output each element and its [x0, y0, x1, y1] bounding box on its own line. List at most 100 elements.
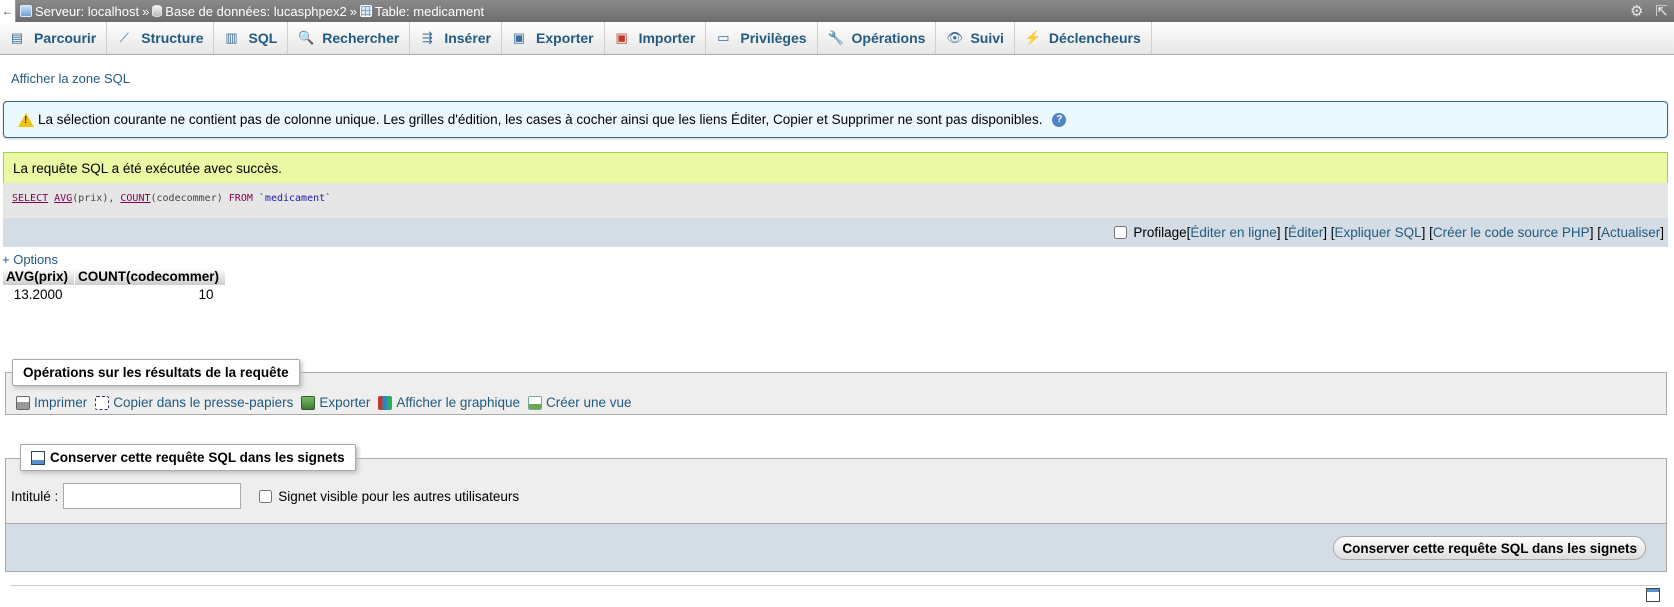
browse-icon: ▤ — [10, 30, 24, 45]
table-cell: 13.2000 — [13, 287, 63, 302]
table-icon — [359, 5, 372, 17]
triggers-icon: ⚡ — [1024, 30, 1042, 45]
show-chart-link[interactable]: Afficher le graphique — [378, 395, 520, 410]
privileges-icon: ▭ — [717, 30, 730, 45]
tab-declencheurs[interactable]: ⚡ Déclencheurs — [1015, 22, 1152, 54]
breadcrumb-separator: » — [142, 3, 150, 19]
table-row: 13.2000 10 — [3, 285, 226, 302]
refresh-link[interactable]: Actualiser — [1601, 225, 1660, 240]
export-icon — [301, 395, 316, 410]
op-label: Copier dans le presse-papiers — [113, 395, 294, 410]
sql-icon: ▥ — [225, 30, 238, 45]
sql-text: (prix), — [72, 193, 121, 204]
tab-importer[interactable]: ▣ Importer — [605, 22, 707, 54]
operations-legend: Opérations sur les résultats de la requê… — [12, 359, 300, 386]
success-text: La requête SQL a été exécutée avec succè… — [13, 160, 282, 176]
column-header[interactable]: COUNT(codecommer) — [74, 268, 227, 285]
tab-label: SQL — [248, 30, 278, 46]
edit-inline-link[interactable]: Éditer en ligne — [1190, 225, 1276, 240]
create-view-link[interactable]: Créer une vue — [527, 395, 632, 410]
notice-message: La sélection courante ne contient pas de… — [3, 101, 1668, 138]
bracket: ] [ — [1589, 225, 1601, 240]
collapse-icon[interactable]: ⇱ — [1655, 2, 1668, 20]
edit-link[interactable]: Éditer — [1288, 225, 1323, 240]
wrench-icon: 🔧 — [827, 30, 844, 45]
table-header-row: AVG(prix) COUNT(codecommer) — [3, 268, 227, 285]
gear-icon[interactable]: ⚙ — [1630, 2, 1643, 20]
copy-clipboard-link[interactable]: Copier dans le presse-papiers — [95, 395, 293, 410]
copy-icon — [95, 395, 110, 410]
save-bookmark-button[interactable]: Conserver cette requête SQL dans les sig… — [1333, 536, 1646, 560]
help-icon[interactable]: ? — [1052, 112, 1067, 127]
view-icon — [527, 395, 542, 410]
tab-parcourir[interactable]: ▤ Parcourir — [0, 22, 108, 54]
back-arrow-icon[interactable]: ← — [0, 0, 16, 22]
bookmark-label-text: Intitulé : — [11, 488, 59, 504]
bracket: ] [ — [1323, 225, 1335, 240]
bookmark-visible-label: Signet visible pour les autres utilisate… — [278, 488, 520, 504]
tab-exporter[interactable]: ▣ Exporter — [502, 22, 605, 54]
table-tabs: ▤ Parcourir ⟋ Structure ▥ SQL 🔍 Rechercher ⇶… — [0, 22, 1674, 55]
sql-table-name: `medicament` — [258, 193, 332, 204]
eye-icon: 👁 — [946, 30, 963, 45]
print-link[interactable]: Imprimer — [16, 395, 87, 410]
options-link[interactable]: + Options — [2, 252, 58, 267]
bookmark-visible-checkbox[interactable] — [259, 489, 273, 503]
tab-privileges[interactable]: ▭ Privilèges — [706, 22, 818, 54]
breadcrumb-database[interactable]: Base de données: lucasphpex2 — [165, 4, 346, 19]
import-icon: ▣ — [615, 30, 628, 45]
tab-label: Privilèges — [740, 30, 807, 46]
profiling-label: Profilage — [1133, 225, 1187, 240]
bookmark-legend-text: Conserver cette requête SQL dans les sig… — [50, 450, 345, 465]
op-label: Créer une vue — [545, 395, 632, 410]
tab-suivi[interactable]: 👁 Suivi — [936, 22, 1015, 54]
breadcrumb: Serveur: localhost » Base de données: lu… — [20, 4, 484, 19]
tab-structure[interactable]: ⟋ Structure — [107, 22, 215, 54]
breadcrumb-table[interactable]: Table: medicament — [375, 4, 484, 19]
sql-keyword[interactable]: SELECT — [12, 193, 48, 204]
bracket: ] [ — [1276, 225, 1288, 240]
bookmark-label-input[interactable] — [63, 483, 242, 509]
breadcrumb-bar: ← Serveur: localhost » Base de données: … — [0, 0, 1674, 22]
bookmark-footer: Conserver cette requête SQL dans les sig… — [6, 523, 1666, 571]
export-icon: ▣ — [512, 30, 526, 45]
column-header[interactable]: AVG(prix) — [3, 268, 76, 285]
console-icon[interactable] — [1646, 588, 1660, 602]
tab-sql[interactable]: ▥ SQL — [214, 22, 289, 54]
success-message: La requête SQL a été exécutée avec succè… — [3, 152, 1668, 183]
tab-label: Exporter — [536, 30, 594, 46]
sql-query-display: SELECT AVG(prix), COUNT(codecommer) FROM… — [3, 183, 1668, 218]
sql-function[interactable]: COUNT — [120, 193, 150, 204]
tab-inserer[interactable]: ⇶ Insérer — [410, 22, 503, 54]
print-icon — [16, 395, 30, 410]
op-label: Exporter — [319, 395, 371, 410]
tab-operations[interactable]: 🔧 Opérations — [818, 22, 937, 54]
op-label: Afficher le graphique — [396, 395, 520, 410]
search-icon: 🔍 — [298, 30, 315, 45]
warning-icon — [18, 112, 34, 127]
bookmark-legend: Conserver cette requête SQL dans les sig… — [20, 444, 356, 471]
table-cell: 10 — [198, 287, 214, 302]
op-label: Imprimer — [34, 395, 88, 410]
bookmark-icon — [31, 451, 45, 466]
database-icon — [152, 5, 163, 17]
divider — [10, 585, 1658, 586]
tab-rechercher[interactable]: 🔍 Rechercher — [288, 22, 411, 54]
tab-label: Rechercher — [322, 30, 400, 46]
tab-label: Suivi — [970, 30, 1004, 46]
export-link[interactable]: Exporter — [301, 395, 370, 410]
notice-text: La sélection courante ne contient pas de… — [38, 112, 1043, 127]
breadcrumb-server[interactable]: Serveur: localhost — [35, 4, 139, 19]
sql-function[interactable]: AVG — [54, 193, 72, 204]
tab-label: Insérer — [444, 30, 492, 46]
explain-sql-link[interactable]: Expliquer SQL — [1335, 225, 1422, 240]
tab-label: Opérations — [851, 30, 926, 46]
query-results-operations: Opérations sur les résultats de la requê… — [5, 359, 1667, 415]
profiling-checkbox[interactable] — [1114, 226, 1128, 239]
create-php-code-link[interactable]: Créer le code source PHP — [1433, 225, 1590, 240]
show-sql-link[interactable]: Afficher la zone SQL — [11, 71, 130, 86]
sql-keyword: FROM — [228, 193, 253, 204]
tab-label: Importer — [638, 30, 696, 46]
server-icon — [20, 5, 32, 17]
breadcrumb-separator: » — [349, 3, 357, 19]
